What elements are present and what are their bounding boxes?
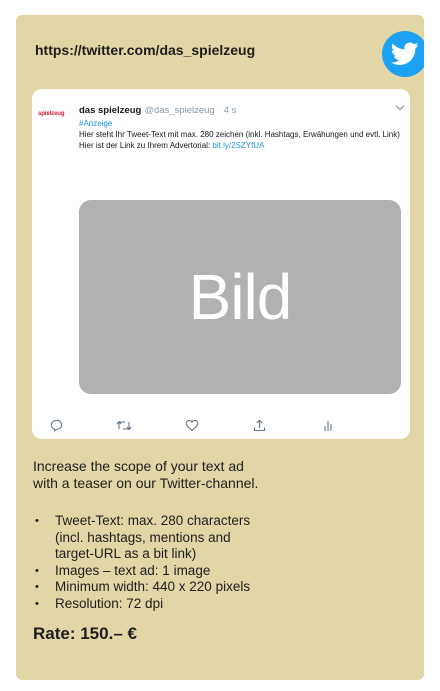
- spec-list: Tweet-Text: max. 280 characters(incl. ha…: [33, 513, 393, 612]
- tweet-header: das spielzeug @das_spielzeug 4 s: [79, 105, 236, 117]
- intro-text: Increase the scope of your text ad with …: [33, 458, 393, 492]
- tweet-text: #Anzeige Hier steht Ihr Tweet-Text mit m…: [79, 118, 401, 151]
- retweet-icon[interactable]: [116, 418, 132, 432]
- analytics-icon[interactable]: [320, 418, 336, 432]
- tweet-hashtag[interactable]: #Anzeige: [79, 118, 401, 129]
- author-name[interactable]: das spielzeug: [79, 105, 141, 116]
- share-icon[interactable]: [251, 418, 267, 432]
- tweet-link-prefix: Hier ist der Link zu Ihrem Advertorial:: [79, 141, 213, 150]
- twitter-bird-icon: [382, 31, 424, 77]
- like-icon[interactable]: [184, 418, 200, 432]
- intro-line: Increase the scope of your text ad: [33, 458, 244, 474]
- tweet-time: 4 s: [223, 105, 237, 116]
- tweet-preview: spielzeug das spielzeug @das_spielzeug 4 s…: [32, 89, 410, 439]
- tweet-link-line: Hier ist der Link zu Ihrem Advertorial: …: [79, 140, 401, 151]
- twitter-profile-url[interactable]: https://twitter.com/das_spielzeug: [35, 42, 255, 58]
- brand-logo: spielzeug: [38, 111, 65, 117]
- chevron-down-icon[interactable]: [395, 103, 405, 113]
- reply-icon[interactable]: [48, 418, 64, 432]
- twitter-ad-card: https://twitter.com/das_spielzeug spielz…: [16, 15, 424, 680]
- tweet-text-line: Hier steht Ihr Tweet-Text mit max. 280 z…: [79, 130, 400, 139]
- spec-item: Images – text ad: 1 image: [33, 563, 393, 580]
- spec-item: Resolution: 72 dpi: [33, 596, 393, 613]
- rate-label: Rate: 150.– €: [33, 624, 137, 643]
- spec-item: Minimum width: 440 x 220 pixels: [33, 579, 393, 596]
- spec-item: Tweet-Text: max. 280 characters(incl. ha…: [33, 513, 393, 563]
- image-placeholder-label: Bild: [188, 261, 293, 333]
- author-handle[interactable]: @das_spielzeug: [144, 105, 214, 116]
- tweet-link[interactable]: bit.ly/2SZYfUA: [212, 141, 264, 150]
- intro-line: with a teaser on our Twitter-channel.: [33, 475, 259, 491]
- image-placeholder: Bild: [79, 200, 401, 394]
